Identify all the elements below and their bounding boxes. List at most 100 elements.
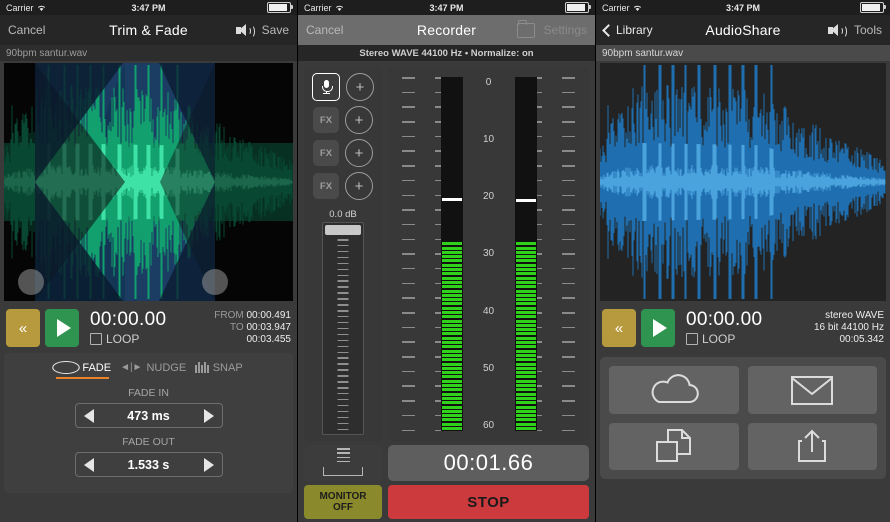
nudge-icon: ◄|► xyxy=(120,362,143,373)
status-bar-3: Carrier 3:47 PM xyxy=(596,0,890,15)
to-label: TO xyxy=(230,322,244,333)
selection-handle-left[interactable] xyxy=(18,269,44,295)
fx-row-3: FX + xyxy=(313,172,373,200)
loop-checkbox-3[interactable] xyxy=(686,333,698,345)
meter-segments-left xyxy=(441,242,462,430)
waveform-graphic-blue xyxy=(600,63,886,301)
recorder-body: + FX + FX + FX + 0.0 dB 0 10 20 30 40 50… xyxy=(298,61,595,441)
meter-segments-right xyxy=(515,242,536,430)
share-export-button[interactable] xyxy=(747,422,877,470)
cancel-button-1[interactable]: Cancel xyxy=(8,23,45,37)
rewind-button-1[interactable]: « xyxy=(6,309,40,347)
navbar-right-3: Tools xyxy=(827,23,882,38)
copy-icon xyxy=(655,429,691,463)
fader-handle[interactable] xyxy=(325,225,361,235)
fade-out-increment-icon[interactable] xyxy=(203,457,214,472)
fade-out-value: 1.533 s xyxy=(127,457,170,472)
play-button-3[interactable] xyxy=(641,309,675,347)
selection-duration: 00:03.455 xyxy=(246,334,292,345)
recorder-row-time: 00:01.66 xyxy=(304,445,589,481)
fx-slot-2[interactable]: FX xyxy=(313,140,339,166)
status-bar-2: Carrier 3:47 PM xyxy=(298,0,595,15)
status-bar-1: Carrier 3:47 PM xyxy=(0,0,297,15)
waveform-canvas-3[interactable] xyxy=(600,63,886,301)
play-icon-1 xyxy=(56,319,71,337)
fade-in-increment-icon[interactable] xyxy=(203,408,214,423)
waveform-graphic-green xyxy=(4,63,293,301)
three-screen-comparison: Carrier 3:47 PM Cancel Trim & Fade Save … xyxy=(0,0,890,522)
waveform-canvas-1[interactable] xyxy=(4,63,293,301)
fade-out-decrement-icon[interactable] xyxy=(83,457,94,472)
microphone-icon xyxy=(321,79,333,95)
duplicate-button[interactable] xyxy=(609,422,739,470)
time-group-3: 00:00.00 LOOP xyxy=(686,310,762,346)
time-group-1: 00:00.00 LOOP xyxy=(90,310,166,346)
fx-slot-3[interactable]: FX xyxy=(313,173,339,199)
file-bitrate: 16 bit 44100 Hz xyxy=(813,322,884,333)
monitor-toggle-button[interactable]: MONITOR OFF xyxy=(304,485,382,519)
snap-icon xyxy=(195,362,209,373)
selection-handle-right[interactable] xyxy=(202,269,228,295)
add-fx-button-1[interactable]: + xyxy=(345,106,373,134)
save-button[interactable]: Save xyxy=(262,23,289,37)
rewind-button-3[interactable]: « xyxy=(602,309,636,347)
fx-slot-1[interactable]: FX xyxy=(313,107,339,133)
fade-out-stepper[interactable]: 1.533 s xyxy=(74,452,223,477)
fade-in-value: 473 ms xyxy=(127,408,170,423)
transport-bar-3: « 00:00.00 LOOP stereo WAVE 16 bit 44100… xyxy=(596,303,890,353)
filename-label-3: 90bpm santur.wav xyxy=(596,45,890,61)
battery-group-3 xyxy=(860,2,886,13)
email-button[interactable] xyxy=(747,366,877,414)
meter-peak-right xyxy=(515,199,536,202)
fade-out-label: FADE OUT xyxy=(122,436,175,448)
microphone-button[interactable] xyxy=(312,73,340,101)
input-row: + xyxy=(312,73,374,101)
transport-bar-1: « 00:00.00 LOOP FROM 00:00.491 TO 00:03.… xyxy=(0,303,297,353)
level-icon xyxy=(323,448,363,477)
monitor-label-line1: MONITOR xyxy=(319,491,367,502)
play-icon-3 xyxy=(652,319,667,337)
recorder-footer: 00:01.66 MONITOR OFF STOP xyxy=(298,445,595,519)
tools-button[interactable]: Tools xyxy=(854,23,882,37)
loop-toggle-1[interactable]: LOOP xyxy=(90,332,166,346)
clock-1: 3:47 PM xyxy=(131,2,166,13)
panel-audioshare: Carrier 3:47 PM Library AudioShare Tools… xyxy=(596,0,890,522)
loop-checkbox-1[interactable] xyxy=(90,333,102,345)
fade-in-stepper[interactable]: 473 ms xyxy=(74,403,223,428)
meter-peak-left xyxy=(441,198,462,201)
format-info-line: Stereo WAVE 44100 Hz • Normalize: on xyxy=(298,45,595,61)
cloud-icon xyxy=(651,373,699,403)
fx-row-1: FX + xyxy=(313,106,373,134)
cloud-upload-button[interactable] xyxy=(609,366,739,414)
tab-snap[interactable]: SNAP xyxy=(195,362,243,379)
file-info: stereo WAVE 16 bit 44100 Hz 00:05.342 xyxy=(814,310,884,346)
folder-icon[interactable] xyxy=(516,19,535,38)
tab-nudge[interactable]: ◄|► NUDGE xyxy=(120,362,186,379)
loop-toggle-3[interactable]: LOOP xyxy=(686,332,762,346)
waveform-editor[interactable] xyxy=(0,61,297,303)
clock-3: 3:47 PM xyxy=(725,2,760,13)
fade-in-decrement-icon[interactable] xyxy=(83,408,94,423)
tab-fade-label: FADE xyxy=(82,361,112,374)
battery-icon-1 xyxy=(267,2,293,13)
add-fx-button-2[interactable]: + xyxy=(345,139,373,167)
stop-button[interactable]: STOP xyxy=(388,485,589,519)
play-button-1[interactable] xyxy=(45,309,79,347)
fade-tool-pane: FADE ◄|► NUDGE SNAP FADE IN 473 ms FADE … xyxy=(4,353,293,493)
add-input-button[interactable]: + xyxy=(346,73,374,101)
gain-value-label: 0.0 dB xyxy=(329,209,357,220)
fx-row-2: FX + xyxy=(313,139,373,167)
add-fx-button-3[interactable]: + xyxy=(345,172,373,200)
level-button[interactable] xyxy=(304,445,382,481)
navbar-right-1: Save xyxy=(235,23,289,38)
clock-2: 3:47 PM xyxy=(429,2,464,13)
waveform-viewer[interactable] xyxy=(596,61,890,303)
envelope-icon xyxy=(791,375,834,405)
speaker-icon-1[interactable] xyxy=(235,23,255,38)
speaker-icon-3[interactable] xyxy=(827,23,847,38)
meter-left xyxy=(440,77,463,431)
tab-fade[interactable]: FADE xyxy=(52,361,112,379)
gain-fader[interactable] xyxy=(322,222,364,435)
settings-button[interactable]: Settings xyxy=(544,23,587,37)
cancel-button-2[interactable]: Cancel xyxy=(306,23,343,37)
